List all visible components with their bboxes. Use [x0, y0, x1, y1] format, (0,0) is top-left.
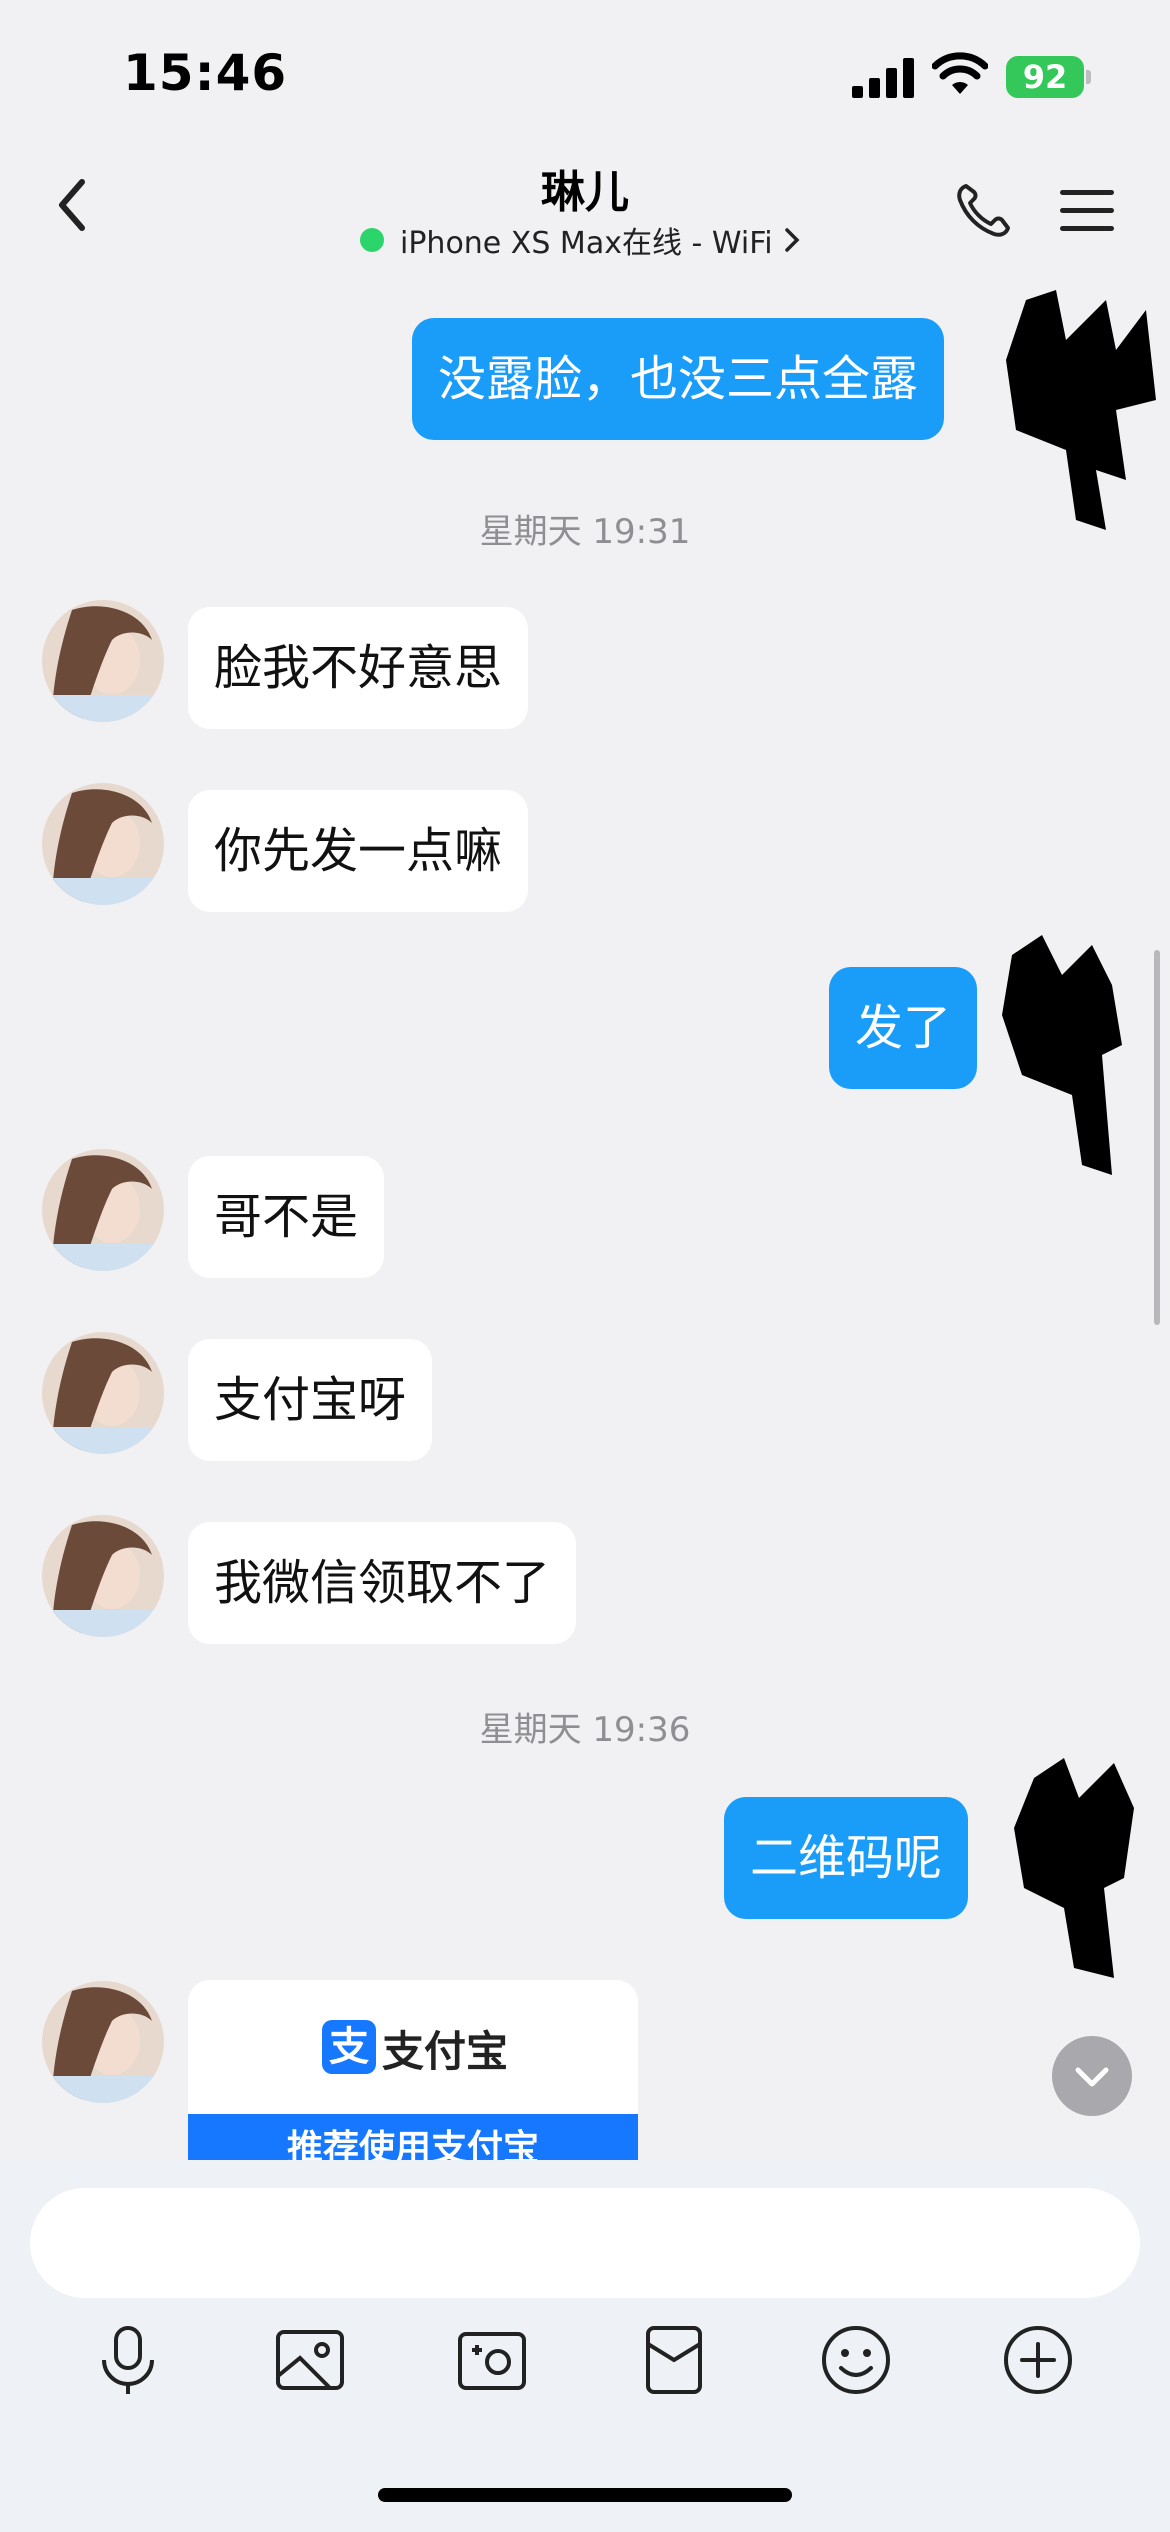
cellular-signal-icon [852, 58, 914, 98]
red-packet-icon[interactable] [634, 2320, 714, 2400]
contact-avatar[interactable] [42, 1149, 164, 1271]
status-bar: 15:46 92 [0, 0, 1170, 140]
message-timestamp: 星期天 19:36 [479, 1710, 691, 1750]
redacted-avatar-scribble [1002, 935, 1122, 1175]
redacted-avatar-scribble [1014, 1758, 1134, 1978]
redacted-avatar-scribble [1006, 290, 1156, 530]
emoji-icon[interactable] [816, 2320, 896, 2400]
input-area [0, 2160, 1170, 2532]
microphone-icon[interactable] [88, 2320, 168, 2400]
contact-avatar[interactable] [42, 1981, 164, 2103]
plus-icon[interactable] [998, 2320, 1078, 2400]
message-bubble-incoming[interactable]: 脸我不好意思 [188, 607, 529, 729]
wifi-icon [932, 52, 988, 94]
contact-avatar[interactable] [42, 600, 164, 722]
message-bubble-outgoing[interactable]: 发了 [829, 967, 978, 1089]
message-bubble-outgoing[interactable]: 没露脸，也没三点全露 [412, 318, 945, 440]
message-bubble-outgoing[interactable]: 二维码呢 [724, 1797, 969, 1919]
scrollbar[interactable] [1154, 950, 1160, 1325]
scroll-to-bottom-button[interactable] [1052, 2036, 1132, 2116]
message-input[interactable] [30, 2188, 1140, 2298]
online-status[interactable]: iPhone XS Max在线 - WiFi [360, 220, 801, 261]
battery-level: 92 [1022, 58, 1068, 96]
contact-avatar[interactable] [42, 783, 164, 905]
camera-icon[interactable] [452, 2320, 532, 2400]
contact-avatar[interactable] [42, 1332, 164, 1454]
message-bubble-incoming[interactable]: 支付宝呀 [188, 1339, 433, 1461]
chevron-right-icon [784, 228, 800, 252]
message-timestamp: 星期天 19:31 [479, 512, 691, 552]
alipay-logo-icon: 支 [322, 2020, 376, 2074]
message-bubble-incoming[interactable]: 哥不是 [188, 1156, 385, 1278]
alipay-card[interactable]: 支 支付宝 推荐使用支付宝 [188, 1980, 638, 2160]
home-indicator[interactable] [378, 2488, 792, 2502]
contact-avatar[interactable] [42, 1515, 164, 1637]
online-status-text: iPhone XS Max在线 - WiFi [400, 226, 773, 261]
status-time: 15:46 [123, 44, 288, 102]
alipay-brand: 支付宝 [382, 2027, 509, 2076]
menu-icon[interactable] [1056, 180, 1118, 242]
message-bubble-incoming[interactable]: 我微信领取不了 [188, 1522, 577, 1644]
battery-icon: 92 [1006, 56, 1092, 98]
phone-call-icon[interactable] [952, 180, 1014, 242]
chat-header: 琳儿 iPhone XS Max在线 - WiFi [0, 140, 1170, 270]
alipay-banner[interactable]: 推荐使用支付宝 [188, 2114, 638, 2160]
chevron-down-icon [1075, 2067, 1109, 2087]
online-dot-icon [360, 228, 384, 252]
message-bubble-incoming[interactable]: 你先发一点嘛 [188, 790, 529, 912]
image-icon[interactable] [270, 2320, 350, 2400]
